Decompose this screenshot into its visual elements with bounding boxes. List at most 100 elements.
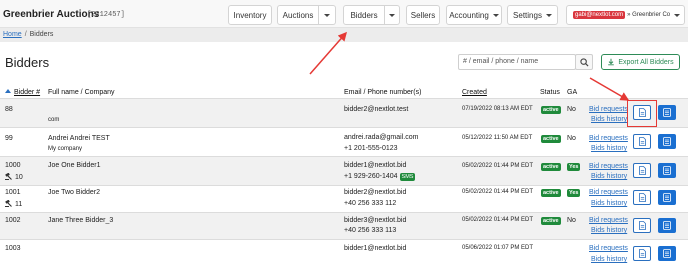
export-all-bidders-button[interactable]: Export All Bidders bbox=[601, 54, 680, 70]
bidder-number[interactable]: 1001 bbox=[5, 189, 21, 196]
bidder-details-button[interactable] bbox=[658, 163, 676, 178]
nav-settings-button[interactable]: Settings bbox=[507, 5, 558, 25]
bidder-details-button[interactable] bbox=[658, 218, 676, 233]
bidder-number[interactable]: 1000 bbox=[5, 162, 21, 169]
chevron-down-icon bbox=[545, 13, 552, 17]
bidder-email: bidder1@nextlot.bid bbox=[344, 245, 407, 252]
bid-requests-link[interactable]: Bid requests bbox=[589, 189, 628, 196]
chevron-down-icon bbox=[492, 13, 499, 17]
arrow-to-document-button bbox=[589, 77, 630, 101]
list-icon bbox=[663, 108, 671, 117]
list-icon bbox=[663, 193, 671, 202]
chevron-down-icon bbox=[674, 13, 681, 17]
bids-history-link[interactable]: Bids history bbox=[591, 200, 627, 207]
nav-settings-label: Settings bbox=[513, 10, 542, 20]
bidder-number[interactable]: 1003 bbox=[5, 245, 21, 252]
list-icon bbox=[663, 221, 671, 230]
user-menu-button[interactable]: gabi@nextlot.com » Greenbrier Co bbox=[566, 5, 685, 25]
column-header-email: Email / Phone number(s) bbox=[344, 89, 422, 96]
ga-value: No bbox=[567, 135, 576, 142]
bid-requests-link[interactable]: Bid requests bbox=[589, 217, 628, 224]
highlight-box bbox=[627, 100, 657, 127]
bidder-document-button[interactable] bbox=[633, 163, 651, 178]
ga-value: No bbox=[567, 217, 576, 224]
account-id: [2212457] bbox=[87, 11, 125, 19]
bid-requests-link[interactable]: Bid requests bbox=[589, 106, 628, 113]
nav-bidders-button[interactable]: Bidders bbox=[343, 5, 385, 25]
status-badge: active bbox=[541, 189, 561, 197]
bidder-company: My company bbox=[48, 146, 83, 152]
bid-requests-link[interactable]: Bid requests bbox=[589, 135, 628, 142]
bidder-name: Jane Three Bidder_3 bbox=[48, 217, 114, 224]
bidder-email: bidder2@nextlot.bid bbox=[344, 189, 407, 196]
list-icon bbox=[663, 166, 671, 175]
user-org-label: » Greenbrier Co bbox=[627, 12, 671, 18]
breadcrumb-home-link[interactable]: Home bbox=[3, 31, 22, 38]
bidder-details-button[interactable] bbox=[658, 246, 676, 261]
bids-history-link[interactable]: Bids history bbox=[591, 173, 627, 180]
table-row: 1000 10 Joe One Bidder1 bidder1@nextlot.… bbox=[0, 157, 688, 185]
nav-inventory-button[interactable]: Inventory bbox=[228, 5, 272, 25]
ga-badge-label: Yes bbox=[567, 189, 581, 197]
status-badge: active bbox=[541, 217, 561, 225]
status-badge-label: active bbox=[541, 106, 561, 114]
bidder-number[interactable]: 1002 bbox=[5, 217, 21, 224]
created-date: 05/02/2022 01:44 PM EDT bbox=[462, 163, 534, 169]
bidder-details-button[interactable] bbox=[658, 105, 676, 120]
document-icon bbox=[638, 193, 646, 202]
bidder-number[interactable]: 99 bbox=[5, 135, 13, 142]
bids-history-link[interactable]: Bids history bbox=[591, 116, 627, 123]
nav-auctions-button[interactable]: Auctions bbox=[277, 5, 319, 25]
bidder-phone-group: +1 929-260-1404 SMS bbox=[344, 173, 416, 181]
bid-requests-link[interactable]: Bid requests bbox=[589, 163, 628, 170]
bidder-document-button[interactable] bbox=[633, 218, 651, 233]
gavel-count-value: 11 bbox=[15, 201, 23, 208]
brand-name[interactable]: Greenbrier Auctions bbox=[3, 9, 99, 20]
ga-value: No bbox=[567, 106, 576, 113]
bidder-email: bidder2@nextlot.test bbox=[344, 106, 409, 113]
status-badge-label: active bbox=[541, 163, 561, 171]
table-row: 1003 bidder1@nextlot.bid 05/06/2022 01:0… bbox=[0, 240, 688, 273]
nav-inventory-label: Inventory bbox=[233, 10, 267, 20]
created-date: 05/12/2022 11:50 AM EDT bbox=[462, 135, 533, 141]
user-email-badge: gabi@nextlot.com bbox=[573, 11, 626, 19]
bidder-details-button[interactable] bbox=[658, 190, 676, 205]
nav-bidders-label: Bidders bbox=[350, 10, 378, 20]
chevron-down-icon bbox=[389, 13, 395, 17]
sms-badge: SMS bbox=[399, 173, 416, 181]
gavel-icon bbox=[5, 200, 12, 207]
bidder-phone: +40 256 333 112 bbox=[344, 200, 397, 207]
nav-accounting-button[interactable]: Accounting bbox=[446, 5, 502, 25]
bids-history-link[interactable]: Bids history bbox=[591, 227, 627, 234]
status-badge: active bbox=[541, 106, 561, 114]
breadcrumb: Home / Bidders bbox=[0, 28, 688, 42]
status-badge: active bbox=[541, 163, 561, 171]
bidder-phone: +40 256 333 113 bbox=[344, 227, 397, 234]
list-icon bbox=[663, 137, 671, 146]
nav-auctions-dropdown-toggle[interactable] bbox=[319, 5, 336, 25]
nav-bidders-dropdown-toggle[interactable] bbox=[385, 5, 400, 25]
column-header-bidder-number[interactable]: Bidder # bbox=[5, 89, 40, 96]
column-header-created[interactable]: Created bbox=[462, 89, 487, 96]
bid-requests-link[interactable]: Bid requests bbox=[589, 245, 628, 252]
page-title: Bidders bbox=[5, 55, 50, 70]
status-badge-label: active bbox=[541, 217, 561, 225]
bidder-number[interactable]: 88 bbox=[5, 106, 13, 113]
bidder-details-button[interactable] bbox=[658, 134, 676, 149]
created-date: 05/02/2022 01:44 PM EDT bbox=[462, 189, 534, 195]
search-input[interactable]: # / email / phone / name bbox=[458, 54, 576, 70]
bidder-document-button[interactable] bbox=[633, 190, 651, 205]
bidder-company: com bbox=[48, 117, 60, 123]
bidder-document-button[interactable] bbox=[633, 134, 651, 149]
sort-ascending-icon bbox=[5, 89, 11, 93]
status-badge-label: active bbox=[541, 189, 561, 197]
gavel-count: 10 bbox=[5, 173, 23, 181]
bidder-document-button[interactable] bbox=[633, 246, 651, 261]
created-date: 05/06/2022 01:07 PM EDT bbox=[462, 245, 534, 251]
bids-history-link[interactable]: Bids history bbox=[591, 256, 627, 263]
bids-history-link[interactable]: Bids history bbox=[591, 145, 627, 152]
search-button[interactable] bbox=[575, 54, 593, 70]
document-icon bbox=[638, 166, 646, 175]
nav-sellers-button[interactable]: Sellers bbox=[406, 5, 440, 25]
download-icon bbox=[608, 58, 615, 66]
